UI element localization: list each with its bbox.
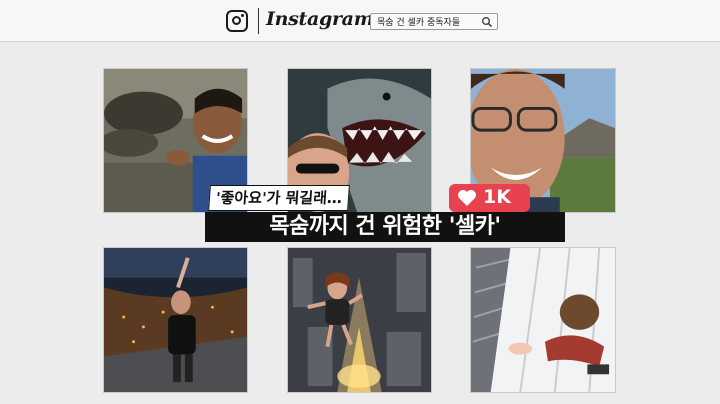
heart-icon xyxy=(458,190,476,206)
magnifier-icon[interactable] xyxy=(481,16,493,28)
instagram-camera-icon[interactable] xyxy=(226,10,248,32)
headline-banner: 목숨까지 건 위험한 '셀카' xyxy=(205,212,565,242)
like-badge[interactable]: 1K xyxy=(449,184,530,219)
search-box[interactable] xyxy=(370,13,498,30)
like-count: 1K xyxy=(483,186,511,208)
top-bar: Instagram xyxy=(0,0,720,42)
search-input[interactable] xyxy=(377,15,479,28)
photo-tile-5[interactable] xyxy=(287,247,432,393)
photo-tile-6[interactable] xyxy=(470,247,616,393)
header-divider xyxy=(258,8,259,34)
caption-tag: '좋아요'가 뭐길래… xyxy=(208,185,350,211)
instagram-wordmark[interactable]: Instagram xyxy=(266,8,374,30)
photo-tile-4[interactable] xyxy=(103,247,248,393)
